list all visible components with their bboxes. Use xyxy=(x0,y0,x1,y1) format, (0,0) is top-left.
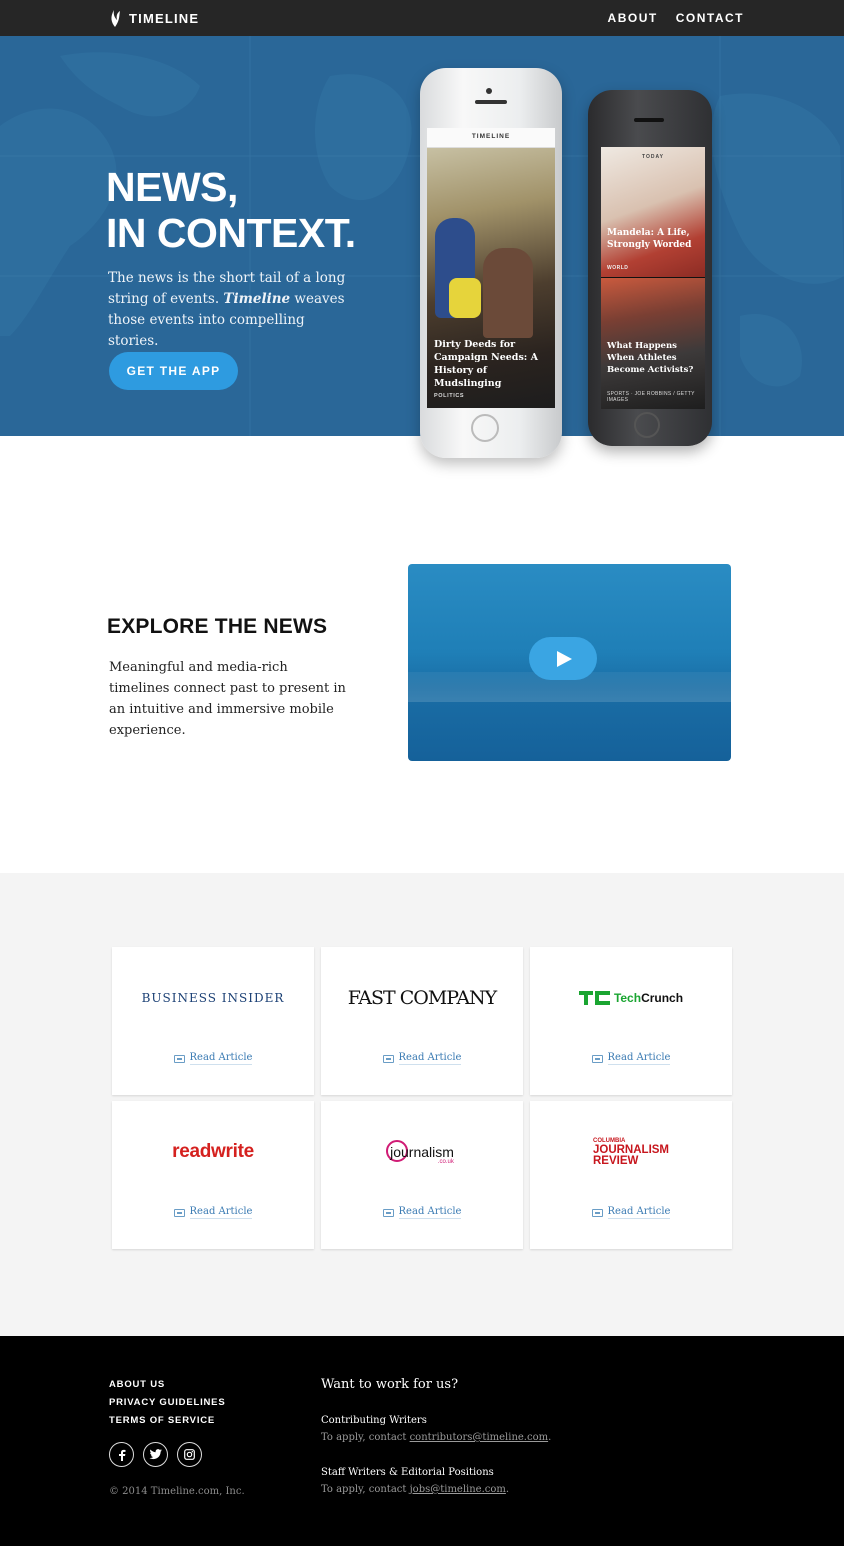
app-header-title: TIMELINE xyxy=(471,133,511,140)
story-tag: POLITICS xyxy=(434,393,465,399)
press-card-business-insider: BUSINESS INSIDER Read Article xyxy=(112,947,314,1095)
press-card-techcrunch: TechCrunch Read Article xyxy=(530,947,732,1095)
phone-speaker xyxy=(475,100,507,104)
jobs-email-link[interactable]: jobs@timeline.com xyxy=(410,1484,506,1495)
brand-logo[interactable]: TIMELINE xyxy=(108,8,199,28)
instagram-icon[interactable] xyxy=(177,1442,202,1467)
techcrunch-mark-icon xyxy=(578,991,610,1005)
read-article-link[interactable]: Read Article xyxy=(398,1052,462,1065)
social-links xyxy=(109,1442,202,1467)
story-card-mandela: TODAY Mandela: A Life, Strongly Worded W… xyxy=(601,147,705,277)
press-card-fast-company: FAST COMPANY Read Article xyxy=(321,947,523,1095)
fast-company-logo: FAST COMPANY xyxy=(321,983,523,1013)
facebook-icon[interactable] xyxy=(109,1442,134,1467)
get-the-app-button[interactable]: GET THE APP xyxy=(109,352,238,390)
readwrite-logo: readwrite xyxy=(112,1137,314,1167)
phone-speaker xyxy=(634,118,664,122)
logo-suffix: .co.uk xyxy=(437,1159,454,1165)
article-icon xyxy=(173,1208,185,1217)
play-icon xyxy=(557,651,572,667)
read-article-link[interactable]: Read Article xyxy=(607,1206,671,1219)
press-card-cjr: COLUMBIA JOURNALISM REVIEW Read Article xyxy=(530,1101,732,1249)
app-header-bar: TIMELINE xyxy=(427,128,555,148)
logo-text: COLUMBIA JOURNALISM REVIEW xyxy=(592,1137,670,1167)
top-nav: TIMELINE ABOUT CONTACT xyxy=(0,0,844,36)
article-icon xyxy=(591,1054,603,1063)
logo-text: journalism xyxy=(390,1144,454,1160)
black-phone-mockup: TODAY Mandela: A Life, Strongly Worded W… xyxy=(588,90,712,446)
story-title: Dirty Deeds for Campaign Needs: A Histor… xyxy=(434,339,538,389)
footer-link-terms[interactable]: TERMS OF SERVICE xyxy=(109,1414,225,1427)
hero-headline-line2: IN CONTEXT. xyxy=(106,210,356,256)
timeline-feather-icon xyxy=(111,10,120,27)
logo-text: TechCrunch xyxy=(613,991,684,1005)
copyright: © 2014 Timeline.com, Inc. xyxy=(109,1486,245,1497)
story-title: Mandela: A Life, Strongly Worded xyxy=(607,228,692,250)
today-label: TODAY xyxy=(642,154,664,160)
read-article-link[interactable]: Read Article xyxy=(189,1052,253,1065)
job-apply: To apply, contact contributors@timeline.… xyxy=(321,1432,552,1443)
job-contributing-writers: Contributing Writers To apply, contact c… xyxy=(321,1412,551,1446)
techcrunch-logo: TechCrunch xyxy=(530,983,732,1013)
home-button xyxy=(471,414,499,442)
hero-desc-brand: Timeline xyxy=(223,291,291,307)
job-title: Contributing Writers xyxy=(321,1415,427,1426)
story-tag: SPORTS · JOE ROBBINS / GETTY IMAGES xyxy=(607,391,695,403)
logo-text: readwrite xyxy=(172,1141,254,1162)
hero-headline-line1: NEWS, xyxy=(106,164,238,210)
nav-link-contact[interactable]: CONTACT xyxy=(676,11,744,25)
logo-text: BUSINESS INSIDER xyxy=(141,991,285,1005)
phone-camera xyxy=(486,88,492,94)
story-card-athletes: What Happens When Athletes Become Activi… xyxy=(601,278,705,409)
press-card-readwrite: readwrite Read Article xyxy=(112,1101,314,1249)
brand-name: TIMELINE xyxy=(129,10,200,26)
story-title: What Happens When Athletes Become Activi… xyxy=(607,341,694,375)
job-apply: To apply, contact jobs@timeline.com. xyxy=(321,1484,510,1495)
home-button xyxy=(634,412,660,438)
job-staff-writers: Staff Writers & Editorial Positions To a… xyxy=(321,1464,509,1498)
explore-description: Meaningful and media-rich timelines conn… xyxy=(109,660,346,738)
nav-link-about[interactable]: ABOUT xyxy=(608,11,658,25)
article-icon xyxy=(382,1208,394,1217)
logo-text: FAST COMPANY xyxy=(347,987,497,1009)
read-article-link[interactable]: Read Article xyxy=(398,1206,462,1219)
business-insider-logo: BUSINESS INSIDER xyxy=(112,983,314,1013)
read-article-link[interactable]: Read Article xyxy=(607,1052,671,1065)
contributors-email-link[interactable]: contributors@timeline.com xyxy=(410,1432,549,1443)
footer-link-privacy[interactable]: PRIVACY GUIDELINES xyxy=(109,1396,225,1409)
hero-headline: NEWS, IN CONTEXT. xyxy=(106,164,356,256)
white-phone-screen: TIMELINE Dirty Deeds for Campaign Needs:… xyxy=(427,128,555,408)
job-title: Staff Writers & Editorial Positions xyxy=(321,1467,494,1478)
press-section: BUSINESS INSIDER Read Article FAST COMPA… xyxy=(0,873,844,1336)
video-player[interactable] xyxy=(408,564,731,761)
explore-heading: EXPLORE THE NEWS xyxy=(107,615,328,638)
footer-link-about[interactable]: ABOUT US xyxy=(109,1378,225,1391)
nav-links: ABOUT CONTACT xyxy=(608,0,744,36)
journalism-logo: journalism .co.uk xyxy=(321,1137,523,1167)
twitter-icon[interactable] xyxy=(143,1442,168,1467)
cjr-logo: COLUMBIA JOURNALISM REVIEW xyxy=(530,1137,732,1167)
press-card-journalism: journalism .co.uk Read Article xyxy=(321,1101,523,1249)
site-footer: ABOUT US PRIVACY GUIDELINES TERMS OF SER… xyxy=(0,1336,844,1546)
footer-links: ABOUT US PRIVACY GUIDELINES TERMS OF SER… xyxy=(109,1378,225,1427)
story-tag: WORLD xyxy=(607,265,629,271)
article-icon xyxy=(382,1054,394,1063)
article-icon xyxy=(173,1054,185,1063)
play-button[interactable] xyxy=(529,637,597,680)
hero-description: The news is the short tail of a long str… xyxy=(108,268,358,352)
read-article-link[interactable]: Read Article xyxy=(189,1206,253,1219)
article-icon xyxy=(591,1208,603,1217)
work-heading: Want to work for us? xyxy=(321,1377,459,1392)
black-phone-screen: TODAY Mandela: A Life, Strongly Worded W… xyxy=(601,147,705,409)
white-phone-mockup: TIMELINE Dirty Deeds for Campaign Needs:… xyxy=(420,68,562,458)
